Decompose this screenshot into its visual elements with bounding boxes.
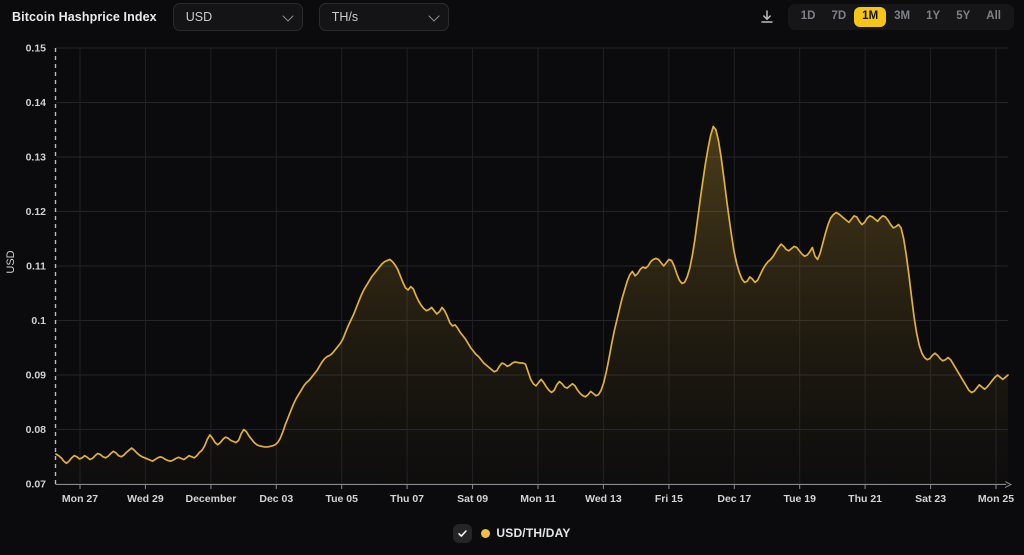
x-tick-label: Wed 13 [585,493,622,505]
currency-select[interactable]: USD [173,3,303,31]
y-tick-label: 0.08 [26,424,47,436]
y-tick-label: 0.11 [26,261,46,273]
y-tick-label: 0.14 [26,97,47,109]
x-tick-label: Mon 27 [62,493,98,505]
legend-checkbox[interactable] [453,524,472,543]
x-tick-label: Mon 11 [520,493,556,505]
unit-select[interactable]: TH/s [319,3,449,31]
currency-select-value: USD [186,10,212,24]
range-item-1d[interactable]: 1D [793,7,824,27]
range-item-1m[interactable]: 1M [854,7,886,27]
x-tick-label: Dec 17 [717,493,751,505]
x-tick-label: Sat 23 [915,493,946,505]
legend-item-usd-th-day[interactable]: USD/TH/DAY [453,524,570,543]
x-tick-label: Tue 05 [325,493,358,505]
page-title: Bitcoin Hashprice Index [12,10,157,24]
y-tick-label: 0.07 [26,479,47,491]
x-tick-label: Dec 03 [259,493,293,505]
dot-icon [481,529,490,538]
hashprice-line-chart: 0.07 0.08 0.09 0.1 0.11 0.12 0.13 0.14 0.15 Mon … [0,34,1024,512]
range-selector[interactable]: 1D7D1M3M1Y5YAll [788,4,1014,30]
download-button[interactable] [756,6,778,28]
x-tick-label: Tue 19 [783,493,816,505]
chevron-down-icon [282,10,293,21]
range-item-3m[interactable]: 3M [886,7,918,27]
chart-legend: USD/TH/DAY [0,516,1024,550]
chart-toolbar: Bitcoin Hashprice Index USD TH/s 1D7D1M3… [0,0,1024,34]
x-axis-ticks: Mon 27 Wed 29 December Dec 03 Tue 05 Thu 07 Sa… [62,484,1014,505]
y-tick-label: 0.09 [26,370,47,382]
x-tick-label: Sat 09 [457,493,488,505]
y-tick-label: 0.12 [26,206,47,218]
unit-select-value: TH/s [332,10,358,24]
x-tick-label: Wed 29 [127,493,164,505]
check-icon [457,528,468,539]
range-item-7d[interactable]: 7D [823,7,854,27]
y-tick-label: 0.15 [26,43,47,55]
chevron-down-icon [428,10,439,21]
legend-series-label: USD/TH/DAY [496,526,570,540]
range-item-5y[interactable]: 5Y [948,7,978,27]
hashprice-chart-app: Bitcoin Hashprice Index USD TH/s 1D7D1M3… [0,0,1024,555]
y-axis-label: USD [5,250,17,273]
x-tick-label: Thu 07 [390,493,424,505]
x-tick-label: December [186,493,237,505]
x-tick-label: Fri 15 [655,493,683,505]
download-icon [759,9,775,25]
range-item-all[interactable]: All [978,7,1009,27]
x-tick-label: Mon 25 [978,493,1014,505]
y-tick-label: 0.13 [26,152,47,164]
range-item-1y[interactable]: 1Y [918,7,948,27]
chart-area: 0.07 0.08 0.09 0.1 0.11 0.12 0.13 0.14 0.15 Mon … [0,34,1024,512]
x-tick-label: Thu 21 [848,493,882,505]
y-axis-ticks: 0.07 0.08 0.09 0.1 0.11 0.12 0.13 0.14 0.15 [26,43,47,491]
y-tick-label: 0.1 [31,315,46,327]
